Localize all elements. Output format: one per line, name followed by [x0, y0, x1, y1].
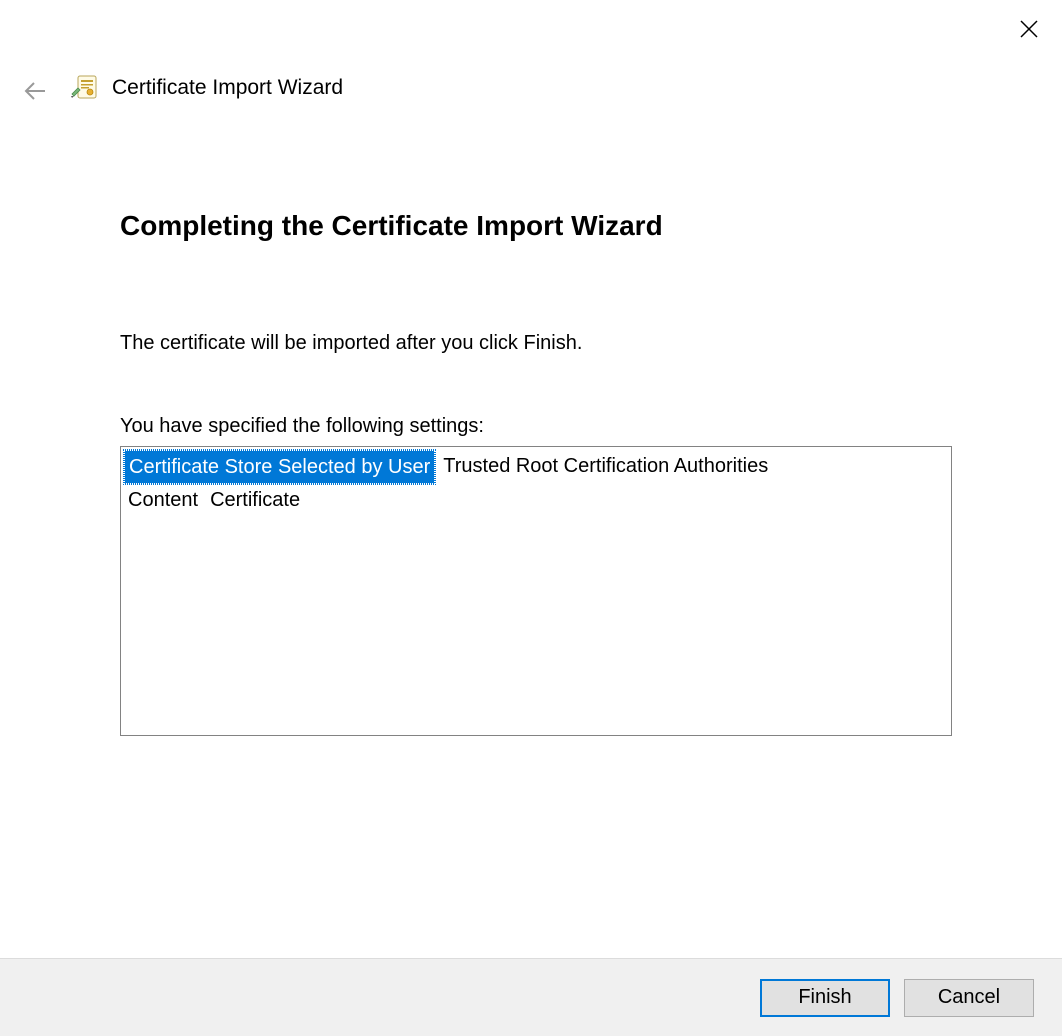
table-row[interactable]: Content Certificate	[124, 484, 948, 516]
back-arrow-icon	[23, 81, 47, 101]
close-button[interactable]	[1014, 14, 1044, 44]
page-description: The certificate will be imported after y…	[120, 332, 952, 355]
settings-label: You have specified the following setting…	[120, 415, 952, 438]
setting-value: Certificate	[202, 484, 308, 516]
finish-button[interactable]: Finish	[760, 979, 890, 1017]
table-row[interactable]: Certificate Store Selected by User Trust…	[124, 450, 948, 484]
back-button[interactable]	[20, 76, 50, 106]
page-heading: Completing the Certificate Import Wizard	[120, 210, 952, 242]
settings-table[interactable]: Certificate Store Selected by User Trust…	[120, 446, 952, 736]
setting-value: Trusted Root Certification Authorities	[435, 450, 776, 484]
close-icon	[1019, 19, 1039, 39]
certificate-wizard-icon	[68, 70, 100, 102]
wizard-title: Certificate Import Wizard	[112, 76, 343, 100]
setting-name: Certificate Store Selected by User	[124, 450, 435, 484]
setting-name: Content	[124, 484, 202, 516]
button-bar: Finish Cancel	[0, 958, 1062, 1036]
cancel-button[interactable]: Cancel	[904, 979, 1034, 1017]
wizard-content: Completing the Certificate Import Wizard…	[120, 210, 952, 736]
